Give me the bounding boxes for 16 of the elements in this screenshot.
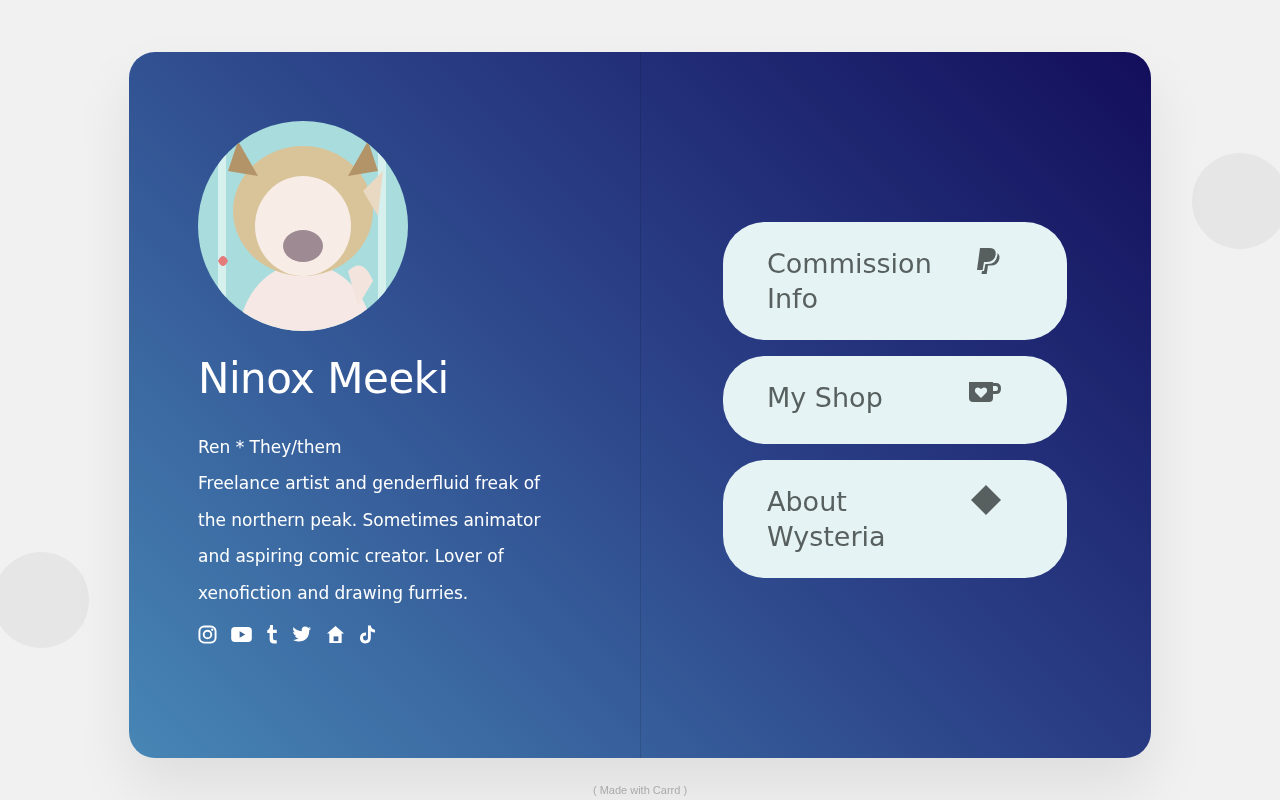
link-button[interactable]: Commission Info	[723, 222, 1067, 340]
tiktok-icon[interactable]	[359, 625, 376, 644]
twitter-icon[interactable]	[292, 626, 312, 643]
profile-name: Ninox Meeki	[198, 353, 450, 405]
mug-icon	[969, 381, 1001, 403]
instagram-icon[interactable]	[198, 625, 217, 644]
paypal-icon	[975, 247, 1001, 277]
footer-text: ( Made with Carrd )	[591, 784, 689, 797]
link-button[interactable]: About Wysteria	[723, 460, 1067, 578]
link-button[interactable]: My Shop	[723, 356, 1067, 444]
bio-text: Freelance artist and genderfluid freak of the northern peak. Sometimes animator and aspiring comic creator. Lover of xenofiction and drawing furries.	[198, 472, 542, 605]
youtube-icon[interactable]	[231, 627, 252, 642]
diamond-icon	[971, 485, 1001, 515]
house-icon[interactable]	[326, 625, 345, 644]
pronouns-text: Ren * They/them	[198, 436, 343, 459]
tumblr-icon[interactable]	[266, 625, 278, 644]
